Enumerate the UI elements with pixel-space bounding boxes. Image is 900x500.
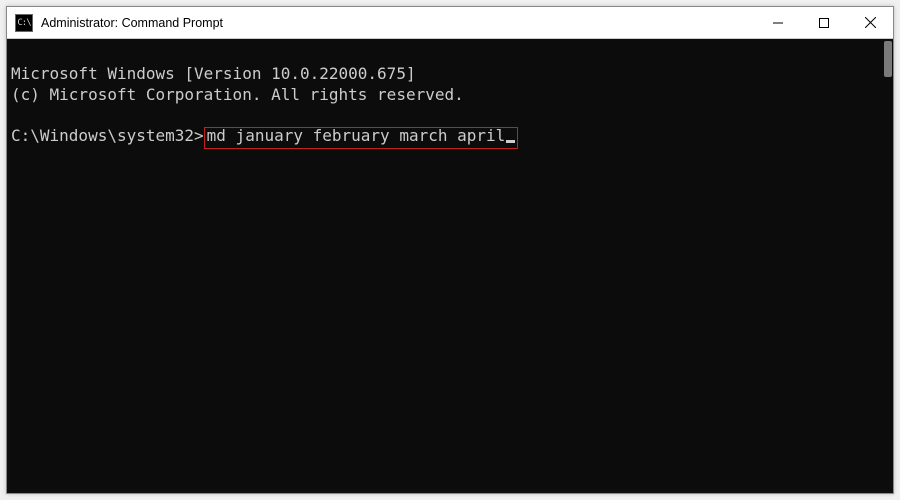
maximize-button[interactable] bbox=[801, 7, 847, 38]
close-icon bbox=[865, 17, 876, 28]
cmd-icon-text: C:\ bbox=[17, 18, 30, 28]
cmd-icon: C:\ bbox=[15, 14, 33, 32]
scrollbar-thumb[interactable] bbox=[884, 41, 892, 77]
window-controls bbox=[755, 7, 893, 38]
terminal-area[interactable]: Microsoft Windows [Version 10.0.22000.67… bbox=[7, 39, 893, 493]
minimize-icon bbox=[773, 18, 783, 28]
command-highlight: md january february march april bbox=[204, 127, 519, 149]
vertical-scrollbar[interactable] bbox=[877, 39, 893, 493]
window-title: Administrator: Command Prompt bbox=[41, 16, 755, 30]
command-prompt-window: C:\ Administrator: Command Prompt Micros… bbox=[6, 6, 894, 494]
text-cursor bbox=[506, 140, 515, 143]
minimize-button[interactable] bbox=[755, 7, 801, 38]
typed-command: md january february march april bbox=[207, 126, 506, 145]
prompt-path: C:\Windows\system32> bbox=[11, 126, 204, 145]
close-button[interactable] bbox=[847, 7, 893, 38]
titlebar[interactable]: C:\ Administrator: Command Prompt bbox=[7, 7, 893, 39]
output-line: (c) Microsoft Corporation. All rights re… bbox=[11, 85, 464, 104]
maximize-icon bbox=[819, 18, 829, 28]
output-line: Microsoft Windows [Version 10.0.22000.67… bbox=[11, 64, 416, 83]
